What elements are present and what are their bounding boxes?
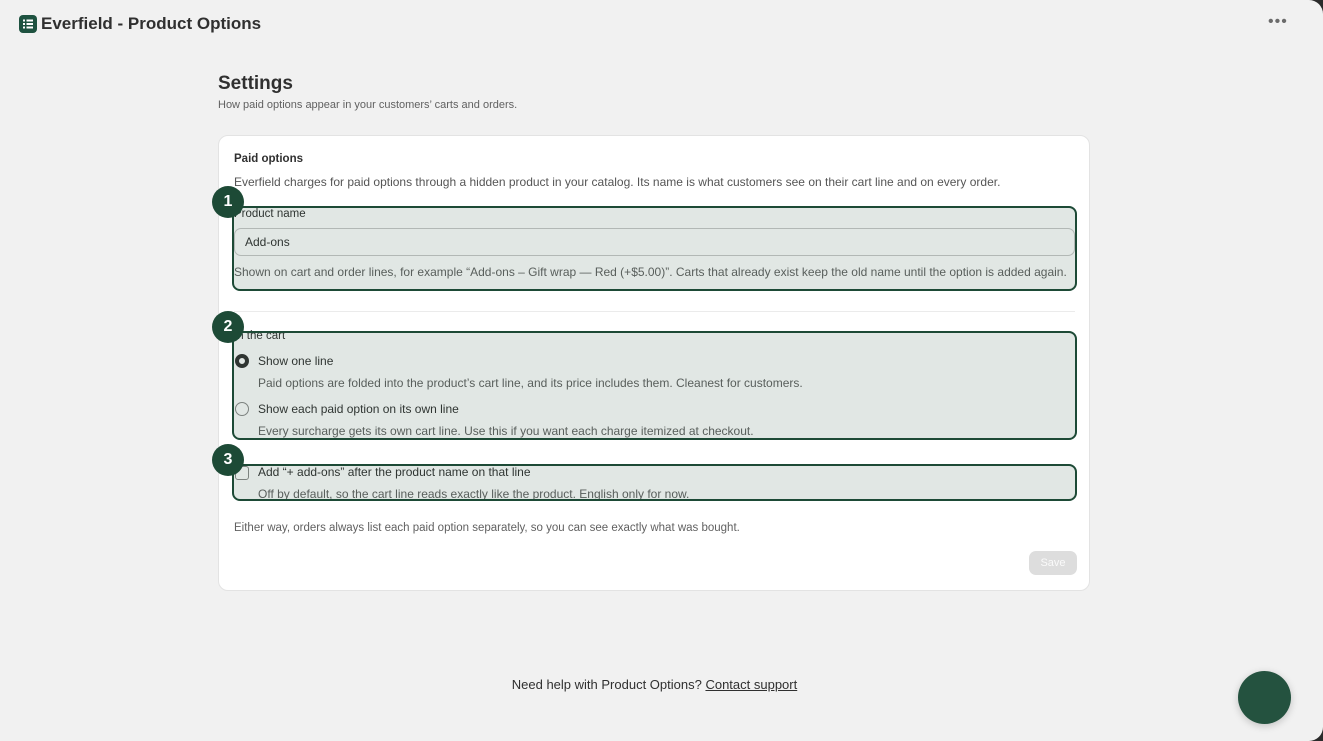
highlight-cart-display bbox=[232, 331, 1077, 440]
highlight-addon-suffix bbox=[232, 464, 1077, 501]
help-footer: Need help with Product Options? Contact … bbox=[0, 677, 1309, 692]
step-badge-1: 1 bbox=[212, 186, 244, 218]
app-title: Everfield - Product Options bbox=[41, 14, 262, 33]
app-frame: Everfield - Product Options ••• Settings… bbox=[0, 0, 1323, 741]
chat-button[interactable] bbox=[1238, 671, 1291, 724]
page-subtitle: How paid options appear in your customer… bbox=[218, 99, 518, 111]
contact-support-link[interactable]: Contact support bbox=[705, 677, 797, 692]
section-divider bbox=[234, 311, 1075, 312]
save-button[interactable]: Save bbox=[1029, 551, 1077, 575]
top-bar: Everfield - Product Options ••• bbox=[0, 0, 1323, 48]
step-badge-2: 2 bbox=[212, 311, 244, 343]
step-badge-3: 3 bbox=[212, 444, 244, 476]
help-footer-text: Need help with Product Options? bbox=[511, 677, 702, 692]
card-heading: Paid options bbox=[234, 153, 303, 165]
card-footnote: Either way, orders always list each paid… bbox=[234, 522, 740, 534]
more-options-icon[interactable]: ••• bbox=[1268, 14, 1288, 34]
card-description: Everfield charges for paid options throu… bbox=[234, 175, 1001, 189]
highlight-product-name bbox=[232, 206, 1077, 291]
page-title: Settings bbox=[218, 73, 293, 94]
app-logo-icon bbox=[19, 15, 37, 33]
